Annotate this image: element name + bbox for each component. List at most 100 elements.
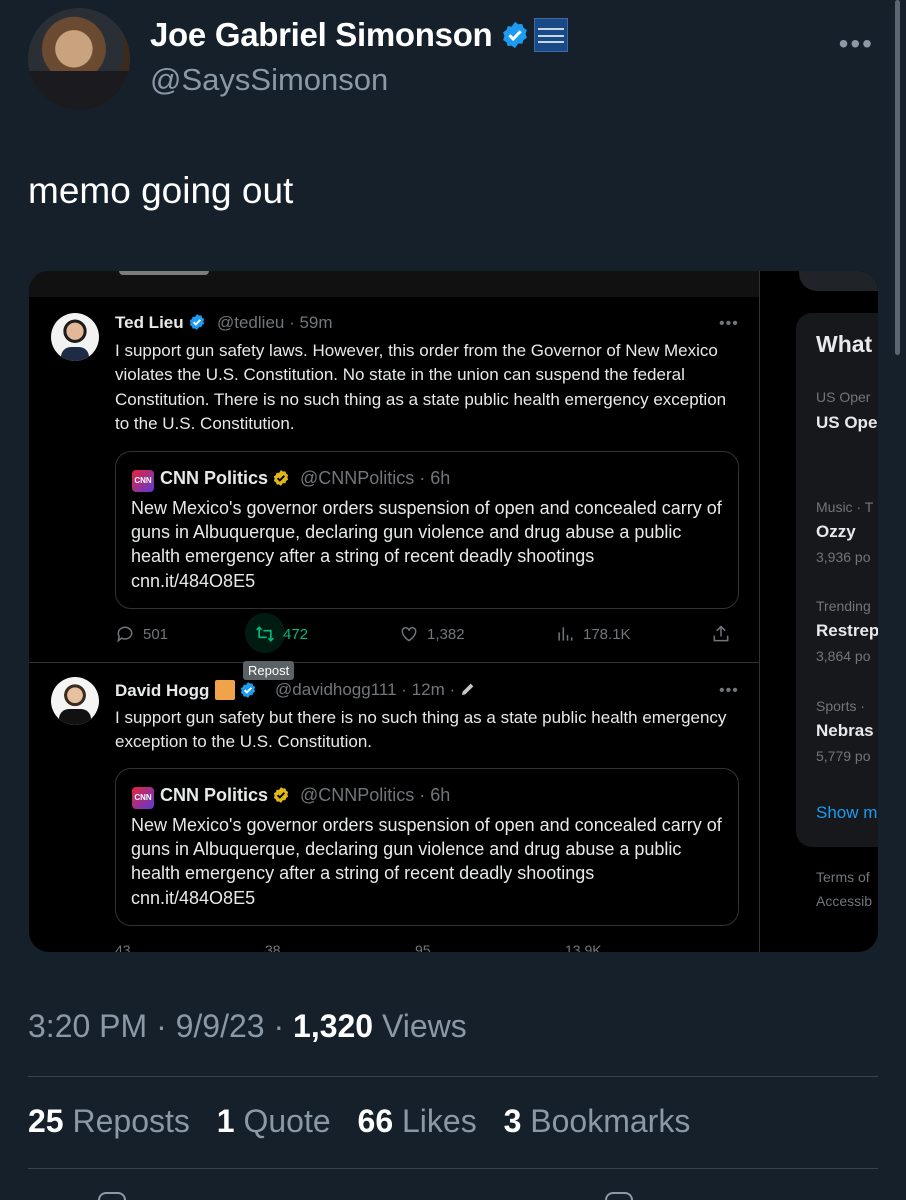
bookmarks-stat[interactable]: 3 Bookmarks — [504, 1103, 691, 1139]
bookmarks-label: Bookmarks — [530, 1103, 691, 1139]
quote-text: I support gun safety laws. However, this… — [115, 341, 727, 434]
bookmark-icon[interactable] — [605, 1192, 633, 1200]
repost-action: 472 — [255, 624, 308, 644]
gold-verified-icon — [273, 470, 289, 486]
card-body: New Mexico's governor orders suspension … — [131, 815, 722, 884]
show-more-link: Show m — [816, 803, 878, 822]
card-author-row: CNN Politics — [160, 785, 290, 806]
sidebar-search — [799, 271, 878, 291]
verified-icon — [503, 21, 528, 49]
quote-actions: 501 472 1,382 178.1K — [115, 624, 739, 650]
views-count: 13.9K — [565, 942, 602, 952]
trend-category: Sports · — [816, 698, 866, 714]
views-label: Views — [381, 1008, 467, 1044]
embedded-header-title — [119, 271, 209, 275]
views-icon — [558, 627, 573, 641]
action-bar — [0, 1192, 906, 1200]
more-icon: ••• — [719, 315, 739, 332]
quote-author-name: David Hogg — [115, 681, 210, 700]
cnn-logo-icon: CNN — [132, 787, 154, 809]
quotes-count: 1 — [216, 1103, 235, 1139]
scrollbar[interactable] — [895, 0, 900, 355]
likes-count: 66 — [357, 1103, 394, 1139]
embedded-screenshot[interactable]: Ted Lieu @tedlieu · 59m ••• I support gu… — [29, 271, 878, 952]
author-name-row[interactable]: Joe Gabriel Simonson — [150, 16, 569, 54]
like-icon — [401, 626, 417, 642]
divider — [28, 1076, 878, 1077]
tweet-date[interactable]: 9/9/23 — [176, 1008, 265, 1044]
reply-count: 43 — [115, 942, 131, 952]
card-link: cnn.it/484O8E5 — [131, 887, 256, 908]
card-body: New Mexico's governor orders suspension … — [131, 498, 722, 567]
reply-icon — [117, 626, 133, 643]
quote-meta: @davidhogg111 · 12m · — [275, 680, 456, 699]
author-handle[interactable]: @SaysSimonson — [150, 62, 388, 98]
trend-name: Nebras — [816, 721, 874, 740]
reply-action: 501 — [115, 624, 168, 644]
like-count: 1,382 — [427, 626, 465, 643]
card-meta: @CNNPolitics · 6h — [300, 785, 451, 805]
column-divider — [759, 271, 760, 952]
card-author-row: CNN Politics — [160, 468, 290, 489]
reposts-stat[interactable]: 25 Reposts — [28, 1103, 190, 1139]
card-meta: @CNNPolitics · 6h — [300, 468, 451, 488]
orange-square-icon — [215, 680, 236, 700]
trend-name: Restrep — [816, 621, 878, 640]
repost-count: 472 — [283, 626, 309, 643]
quote-avatar — [51, 677, 99, 725]
quote-actions-cut: 43 38 95 13.9K — [115, 940, 739, 952]
repost-tooltip: Repost — [243, 661, 295, 680]
quoted-card: CNN CNN Politics @CNNPolitics · 6h New M… — [115, 768, 739, 926]
affiliation-badge-icon[interactable] — [534, 18, 569, 52]
quote-author-row: Ted Lieu — [115, 313, 206, 333]
gold-verified-icon — [273, 787, 289, 803]
tweet-timestamp: 3:20 PM · 9/9/23 · 1,320 Views — [28, 1008, 467, 1044]
divider — [29, 662, 759, 663]
author-name[interactable]: Joe Gabriel Simonson — [150, 16, 493, 53]
verified-icon — [189, 314, 204, 330]
footer-link: Accessib — [816, 893, 873, 909]
reply-icon[interactable] — [98, 1192, 126, 1200]
likes-stat[interactable]: 66 Likes — [358, 1103, 477, 1139]
quotes-label: Quote — [243, 1103, 331, 1139]
trend-name: Ozzy — [816, 522, 856, 541]
quote-author-name: Ted Lieu — [115, 313, 184, 332]
quote-text: I support gun safety but there is no suc… — [115, 708, 727, 752]
card-author-name: CNN Politics — [160, 468, 269, 488]
share-icon — [713, 625, 729, 642]
author-avatar[interactable] — [28, 8, 130, 110]
reposts-count: 25 — [28, 1103, 64, 1139]
trends-title: What — [816, 331, 873, 357]
trend-count: 5,779 po — [816, 748, 871, 764]
quote-avatar — [51, 313, 99, 361]
reply-count: 501 — [143, 626, 169, 643]
trend-name: US Ope — [816, 413, 878, 432]
cnn-logo-icon: CNN — [132, 470, 154, 492]
reposts-label: Reposts — [72, 1103, 190, 1139]
embedded-header — [29, 271, 759, 297]
more-icon[interactable]: ••• — [839, 28, 874, 60]
edit-icon — [461, 683, 474, 695]
footer-link: Terms of — [816, 869, 870, 885]
views-action: 178.1K — [555, 624, 631, 644]
tweet-text: memo going out — [28, 170, 294, 211]
likes-label: Likes — [402, 1103, 477, 1139]
quoted-card: CNN CNN Politics @CNNPolitics · 6h New M… — [115, 451, 739, 609]
repost-count: 38 — [265, 942, 281, 952]
views-count: 178.1K — [583, 626, 631, 643]
more-icon: ••• — [719, 682, 739, 699]
views-count: 1,320 — [293, 1008, 374, 1044]
trend-category: US Oper — [816, 389, 871, 405]
card-text: New Mexico's governor orders suspension … — [131, 496, 731, 593]
quote-meta-row: @davidhogg111 · 12m · — [275, 680, 476, 700]
trend-category: Trending — [816, 598, 871, 614]
card-link: cnn.it/484O8E5 — [131, 570, 256, 591]
trends-panel: What US Oper US Ope Music · T Ozzy 3,936… — [796, 313, 878, 847]
card-text: New Mexico's governor orders suspension … — [131, 813, 731, 910]
repost-icon — [256, 626, 274, 642]
quotes-stat[interactable]: 1 Quote — [217, 1103, 331, 1139]
share-action — [711, 624, 739, 644]
tweet-time[interactable]: 3:20 PM — [28, 1008, 147, 1044]
quote-author-row: David Hogg — [115, 680, 257, 701]
trend-count: 3,936 po — [816, 549, 871, 565]
